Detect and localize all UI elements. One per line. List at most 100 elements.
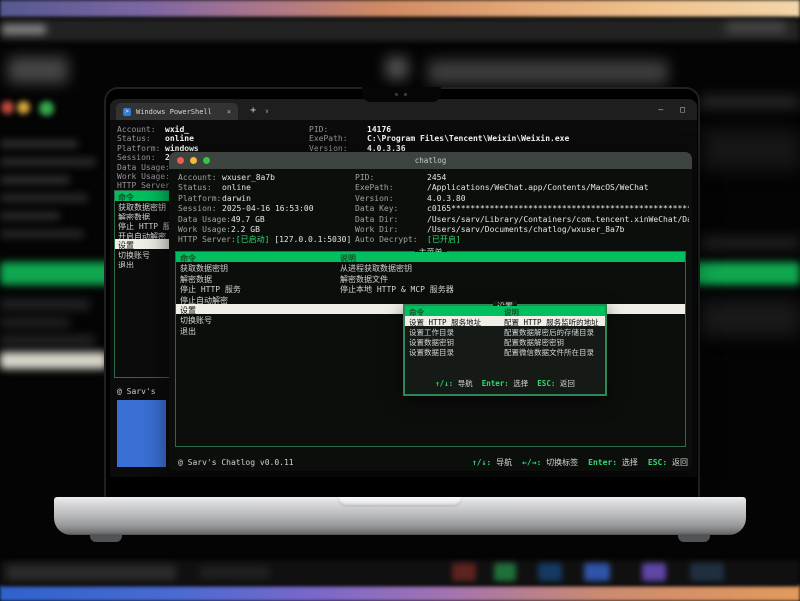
powershell-tabbar: Windows PowerShell × + ∨ — □: [110, 99, 697, 120]
info-row: Version:4.0.3.80: [355, 194, 689, 204]
key-hint: ↑/↓: 导航: [435, 378, 473, 389]
info-row: Data Key:c0165**************************…: [355, 204, 689, 214]
powershell-statusbar: @ Sarv's: [117, 387, 156, 396]
blur-blob: [0, 336, 95, 345]
window-title: chatlog: [415, 156, 447, 165]
laptop-foot: [90, 535, 122, 542]
background-top-gradient: [0, 0, 800, 17]
info-row: Work Usage:2.2 GB: [178, 225, 351, 235]
maximize-traffic-light[interactable]: [203, 157, 210, 164]
info-row: Data Dir:/Users/sarv/Library/Containers/…: [355, 215, 689, 225]
info-row: Auto Decrypt:[已开启]: [355, 235, 689, 245]
key-hint: ESC: 返回: [537, 378, 575, 389]
settings-popup-row[interactable]: 设置数据密钥配置数据解密密钥: [405, 336, 605, 346]
blur-blob: [0, 318, 70, 327]
info-row: Work Dir:/Users/sarv/Documents/chatlog/w…: [355, 225, 689, 235]
info-row: PID:2454: [355, 173, 689, 183]
blurred-traffic-light-green: [39, 101, 54, 116]
info-row: Status:online: [178, 183, 351, 193]
laptop-foot: [678, 535, 710, 542]
main-menu-row[interactable]: 获取数据密钥从进程获取数据密钥: [176, 262, 685, 272]
info-row: ExePath:C:\Program Files\Tencent\Weixin\…: [309, 134, 569, 143]
minimize-traffic-light[interactable]: [190, 157, 197, 164]
tab-close-icon[interactable]: ×: [227, 108, 231, 116]
info-row: HTTP Server:[已启动] [127.0.0.1:5030]: [178, 235, 351, 245]
key-hint: ↑/↓: 导航: [472, 457, 512, 468]
blur-blob: [386, 57, 408, 79]
blurred-dock-icon: [452, 563, 476, 581]
blurred-dock-icon: [690, 563, 724, 581]
key-hint: Enter: 选择: [588, 457, 638, 468]
info-row: Platform:darwin: [178, 194, 351, 204]
blur-blob: [0, 230, 84, 238]
tab-dropdown-icon[interactable]: ∨: [265, 108, 269, 115]
blurred-white-bar: [0, 352, 107, 369]
blur-blob: [6, 565, 176, 580]
blurred-dock-icon: [494, 563, 516, 581]
new-tab-button[interactable]: +: [250, 105, 256, 116]
chatlog-window[interactable]: chatlog Account:wxuser_8a7bStatus:online…: [169, 152, 692, 471]
close-traffic-light[interactable]: [177, 157, 184, 164]
main-menu-header: 命令 说明: [176, 252, 685, 262]
blurred-traffic-light-yellow: [17, 101, 30, 114]
chatlog-info-left: Account:wxuser_8a7bStatus:onlinePlatform…: [178, 173, 351, 246]
blurred-dock-icon: [642, 563, 666, 581]
blur-blob: [0, 300, 90, 309]
blur-blob: [0, 140, 78, 148]
blur-blob: [0, 158, 96, 166]
blur-blob: [2, 25, 46, 34]
blur-blob: [700, 236, 800, 250]
key-hint: ESC: 返回: [648, 457, 688, 468]
main-menu-row[interactable]: 停止 HTTP 服务停止本地 HTTP & MCP 服务器: [176, 283, 685, 293]
key-hint: ←/→: 切换标签: [522, 457, 578, 468]
main-menu-row[interactable]: 停止自动解密: [176, 294, 685, 304]
blur-blob: [0, 212, 60, 220]
info-row: ExePath:/Applications/WeChat.app/Content…: [355, 183, 689, 193]
traffic-lights: [177, 157, 210, 164]
info-row: Account:wxuser_8a7b: [178, 173, 351, 183]
info-row: Session:2025-04-16 16:53:00: [178, 204, 351, 214]
blur-blob: [0, 194, 88, 202]
settings-popup: 设置 命令 说明 设置 HTTP 服务地址配置 HTTP 服务监听的地址设置工作…: [403, 304, 607, 396]
tab-windows-powershell[interactable]: Windows PowerShell ×: [116, 103, 238, 120]
app-version: @ Sarv's Chatlog v0.0.11: [178, 458, 294, 467]
background-bottom-gradient: [0, 585, 800, 601]
laptop-notch: [362, 87, 441, 102]
blur-blob: [700, 300, 800, 336]
chatlog-statusbar: @ Sarv's Chatlog v0.0.11 ↑/↓: 导航 ←/→: 切换标…: [169, 457, 692, 468]
blurred-dock-icon: [584, 563, 610, 581]
blurred-traffic-light-red: [1, 101, 14, 114]
laptop-lid-scoop: [337, 497, 463, 507]
maximize-button[interactable]: □: [680, 105, 685, 114]
blur-blob: [702, 130, 800, 170]
info-row: PID:14176: [309, 125, 569, 134]
blur-blob: [428, 60, 668, 84]
settings-popup-header: 命令 说明: [405, 306, 605, 316]
settings-popup-row[interactable]: 设置工作目录配置数据解密后的存储目录: [405, 326, 605, 336]
blur-blob: [726, 23, 786, 32]
minimize-button[interactable]: —: [658, 105, 663, 114]
desktop: Windows PowerShell × + ∨ — □ Account:wxi…: [0, 0, 800, 601]
blue-block: [117, 400, 166, 467]
main-menu-row[interactable]: 解密数据解密数据文件: [176, 273, 685, 283]
blur-blob: [0, 176, 70, 184]
info-row: Status:online: [117, 134, 257, 143]
info-row: Data Usage:49.7 GB: [178, 215, 351, 225]
blur-blob: [700, 95, 800, 109]
blur-blob: [0, 19, 800, 41]
info-row: Account:wxid_: [117, 125, 257, 134]
tab-title: Windows PowerShell: [136, 108, 212, 116]
blurred-dock-icon: [538, 563, 562, 581]
settings-popup-footer: ↑/↓: 导航 Enter: 选择 ESC: 返回: [405, 378, 605, 389]
settings-popup-row[interactable]: 设置 HTTP 服务地址配置 HTTP 服务监听的地址: [405, 316, 605, 326]
camera-dot: [395, 93, 398, 96]
settings-popup-row[interactable]: 设置数据目录配置微信数据文件所在目录: [405, 346, 605, 356]
blur-blob: [200, 567, 270, 578]
chatlog-titlebar[interactable]: chatlog: [169, 152, 692, 169]
chatlog-info-right: PID:2454ExePath:/Applications/WeChat.app…: [355, 173, 689, 246]
key-hint: Enter: 选择: [482, 378, 529, 389]
blur-blob: [8, 57, 68, 83]
powershell-info-right: PID:14176ExePath:C:\Program Files\Tencen…: [309, 125, 569, 153]
camera-indicator: [404, 93, 407, 96]
statusbar-key-hints: ↑/↓: 导航 ←/→: 切换标签 Enter: 选择 ESC: 返回: [472, 457, 688, 468]
